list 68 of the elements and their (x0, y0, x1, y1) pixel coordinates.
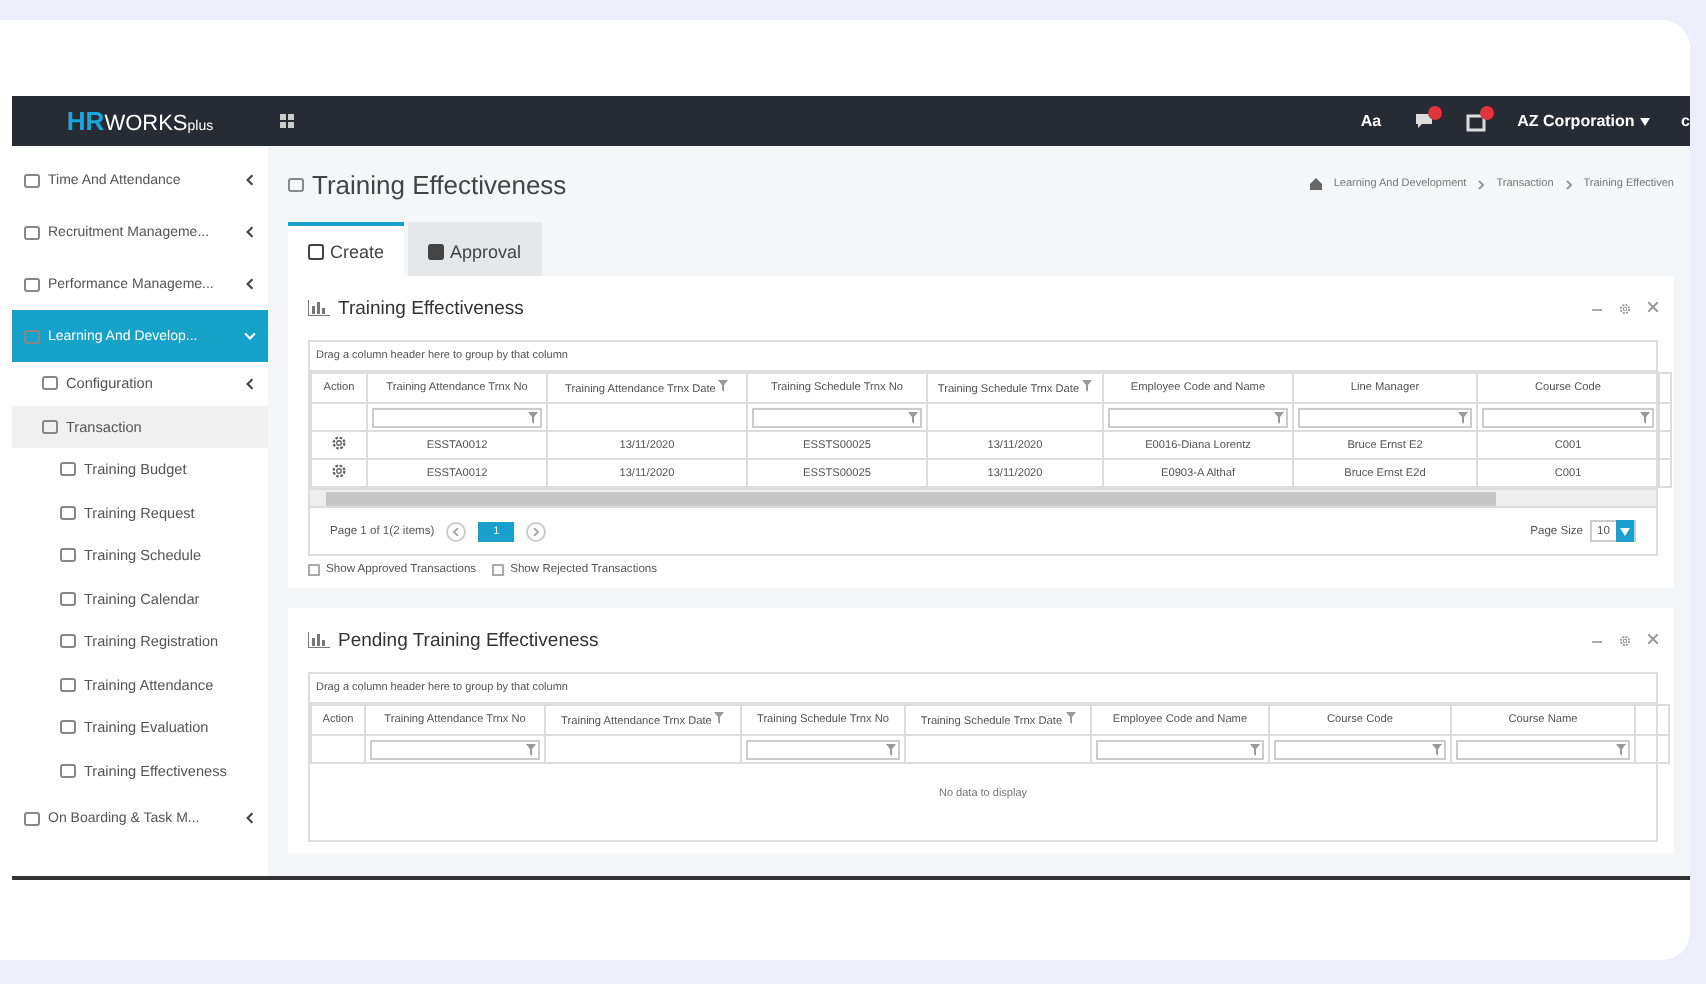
filter-field[interactable] (1482, 407, 1654, 427)
panel-title: Pending Training Effectiveness (338, 629, 599, 651)
module-icon (24, 173, 40, 187)
filter-icon[interactable] (1432, 743, 1442, 755)
filter-icon[interactable] (528, 411, 538, 423)
filter-field[interactable] (372, 407, 542, 427)
filter-icon[interactable] (908, 411, 918, 423)
close-icon[interactable] (1648, 301, 1658, 311)
filter-icon[interactable] (1250, 743, 1260, 755)
previous-page-button[interactable] (446, 521, 467, 541)
page-icon (60, 591, 76, 606)
chevron-left-icon[interactable] (244, 174, 256, 186)
filter-icon[interactable] (1082, 380, 1093, 392)
user-menu[interactable]: c (1681, 112, 1690, 130)
tab[interactable]: Approval (408, 222, 542, 276)
filter-icon[interactable] (1616, 743, 1626, 755)
chevron-left-icon[interactable] (244, 377, 256, 390)
chevron-left-icon[interactable] (244, 278, 256, 290)
page-icon (60, 634, 76, 649)
caret-down-icon (1620, 527, 1630, 535)
home-icon[interactable] (1309, 178, 1322, 190)
module-icon (24, 225, 40, 239)
horizontal-scrollbar[interactable] (310, 488, 1656, 506)
filter-field[interactable] (752, 407, 922, 427)
filter-icon[interactable] (1640, 411, 1650, 423)
filter-field[interactable] (1274, 739, 1446, 759)
chevron-right-icon (532, 527, 541, 535)
filter-icon[interactable] (718, 380, 729, 392)
page-title: Training Effectiveness (312, 169, 567, 199)
filter-field[interactable] (1456, 739, 1630, 759)
module-icon (24, 329, 40, 343)
page-icon (60, 505, 76, 520)
filter-field[interactable] (370, 739, 540, 759)
font-size-button[interactable]: Aa (1360, 112, 1382, 130)
filter-icon[interactable] (886, 743, 896, 755)
grid-icon[interactable] (280, 114, 294, 128)
company-menu[interactable]: AZ Corporation (1517, 112, 1650, 130)
page-icon (60, 677, 76, 692)
next-page-button[interactable] (526, 521, 547, 541)
filter-field[interactable] (746, 739, 900, 759)
filter-field[interactable] (1108, 407, 1288, 427)
chevron-left-icon[interactable] (244, 226, 256, 238)
gear-icon[interactable] (1618, 301, 1632, 315)
page-icon (60, 548, 76, 563)
page-icon (60, 763, 76, 778)
filter-icon[interactable] (526, 743, 536, 755)
page-icon (60, 462, 76, 477)
filter-icon[interactable] (1458, 411, 1468, 423)
module-icon (24, 811, 40, 825)
page-icon (60, 720, 76, 735)
chevron-left-icon[interactable] (244, 812, 256, 824)
filter-icon[interactable] (1065, 712, 1076, 724)
gear-icon[interactable] (1618, 633, 1632, 647)
panel-title: Training Effectiveness (338, 297, 524, 319)
chevron-right-icon (1478, 179, 1485, 189)
chevron-down-icon[interactable] (244, 330, 256, 342)
filter-icon[interactable] (714, 712, 725, 724)
filter-field[interactable] (1096, 739, 1264, 759)
bar-chart-icon (308, 300, 330, 316)
filter-field[interactable] (1298, 407, 1472, 427)
filter-icon[interactable] (1274, 411, 1284, 423)
module-icon (24, 277, 40, 291)
caret-down-icon (1639, 118, 1650, 126)
tab[interactable]: Create (288, 222, 405, 276)
chevron-right-icon (1565, 179, 1572, 189)
bar-chart-icon (308, 632, 330, 648)
chevron-left-icon (452, 527, 461, 535)
close-icon[interactable] (1648, 633, 1658, 643)
